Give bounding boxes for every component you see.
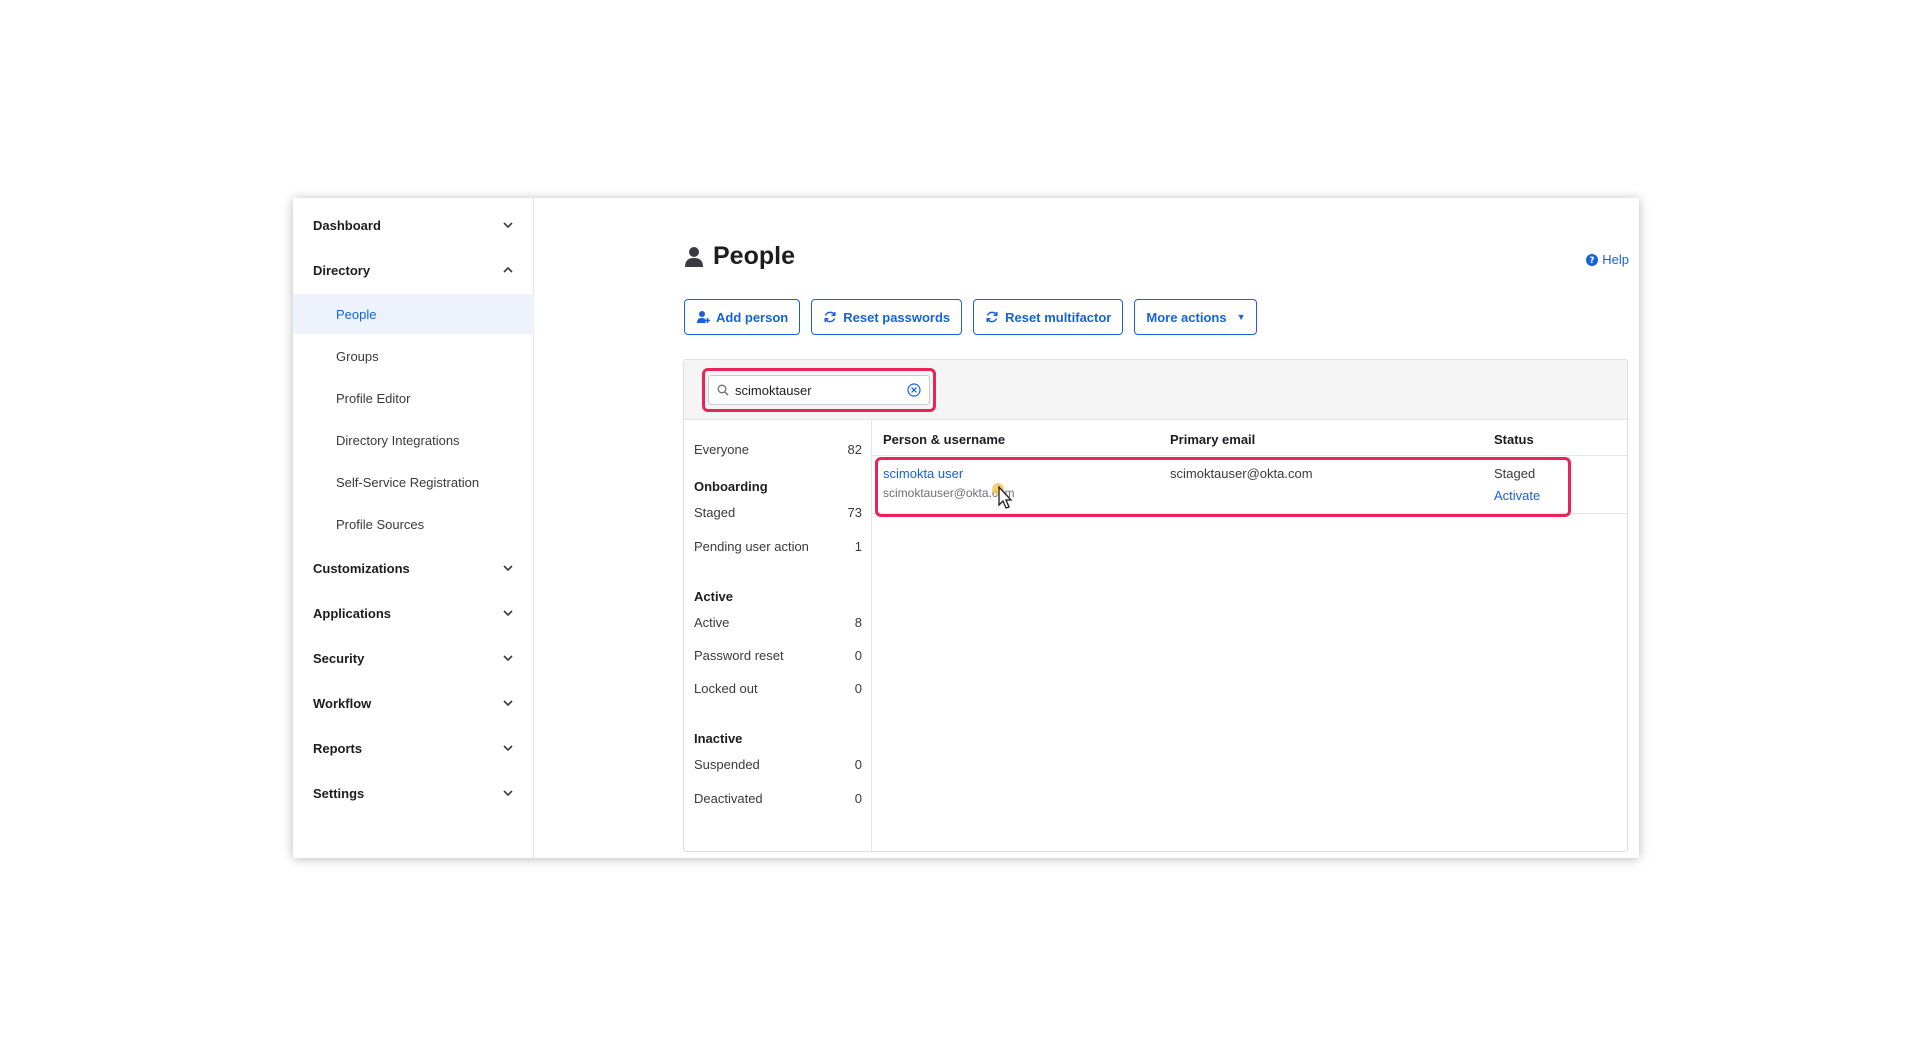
chevron-down-icon [503, 565, 513, 572]
mouse-pointer-icon [992, 483, 1013, 509]
svg-text:?: ? [1590, 256, 1595, 266]
chevron-down-icon [503, 655, 513, 662]
sidebar-section-dashboard[interactable]: Dashboard [293, 205, 534, 245]
sidebar-section-label: Directory [313, 262, 371, 278]
sidebar-section-workflow[interactable]: Workflow [293, 683, 534, 723]
refresh-icon [824, 311, 836, 323]
reset-multifactor-button[interactable]: Reset multifactor [973, 299, 1124, 335]
activate-link[interactable]: Activate [1494, 488, 1540, 503]
search-bar [684, 360, 1627, 420]
filter-label: Staged [694, 504, 736, 520]
chevron-down-icon [503, 222, 513, 229]
chevron-up-icon [503, 266, 513, 273]
more-actions-dropdown[interactable]: More actions ▼ [1134, 299, 1258, 335]
filter-pending-user-action[interactable]: Pending user action 1 [694, 531, 862, 561]
person-icon [685, 246, 703, 267]
filter-count: 1 [854, 538, 862, 554]
primary-email: scimoktauser@okta.com [1170, 466, 1313, 481]
column-header-person[interactable]: Person & username [883, 432, 1005, 447]
chevron-down-icon [503, 700, 513, 707]
help-link[interactable]: ? Help [1586, 252, 1629, 267]
sidebar-section-label: Dashboard [313, 217, 381, 233]
more-actions-label: More actions [1146, 309, 1227, 325]
filter-deactivated[interactable]: Deactivated 0 [694, 783, 862, 813]
refresh-icon [986, 311, 998, 323]
filter-count: 0 [854, 647, 862, 663]
sidebar-section-label: Settings [313, 785, 365, 801]
page-title: People [713, 242, 795, 270]
sidebar-section-label: Security [313, 650, 365, 666]
chevron-down-icon [503, 745, 513, 752]
filter-heading-inactive: Inactive [694, 731, 743, 746]
sidebar-section-applications[interactable]: Applications [293, 593, 534, 633]
filter-active[interactable]: Active 8 [694, 607, 862, 637]
reset-passwords-button[interactable]: Reset passwords [811, 299, 963, 335]
sidebar-item-self-service-registration[interactable]: Self-Service Registration [293, 462, 534, 502]
chevron-down-icon [503, 790, 513, 797]
search-input[interactable] [735, 382, 895, 398]
okta-admin-window: Dashboard Directory People Groups Profil… [293, 198, 1639, 858]
filter-label: Locked out [694, 680, 758, 696]
add-person-label: Add person [716, 309, 789, 325]
caret-down-icon: ▼ [1236, 312, 1246, 322]
reset-multifactor-label: Reset multifactor [1005, 309, 1112, 325]
filter-staged[interactable]: Staged 73 [694, 497, 862, 527]
filter-count: 8 [854, 614, 862, 630]
filter-count: 82 [847, 441, 862, 457]
page-header: People [684, 242, 795, 271]
main-content: People ? Help Add person Reset passwords… [535, 198, 1639, 858]
filter-label: Active [694, 614, 730, 630]
filter-count: 0 [854, 680, 862, 696]
column-header-status[interactable]: Status [1494, 432, 1534, 447]
add-person-button[interactable]: Add person [684, 299, 801, 335]
toolbar: Add person Reset passwords Reset multifa… [684, 299, 1258, 335]
filter-label: Pending user action [694, 538, 809, 554]
clear-search-icon[interactable] [907, 383, 921, 397]
sidebar-section-label: Customizations [313, 560, 410, 576]
search-field[interactable] [708, 375, 930, 405]
sidebar-section-customizations[interactable]: Customizations [293, 548, 534, 588]
filter-label: Suspended [694, 756, 760, 772]
question-circle-icon: ? [1586, 253, 1599, 266]
sidebar-section-reports[interactable]: Reports [293, 728, 534, 768]
filter-suspended[interactable]: Suspended 0 [694, 749, 862, 779]
filter-label: Everyone [694, 441, 749, 457]
filter-label: Password reset [694, 647, 784, 663]
sidebar-nav: Dashboard Directory People Groups Profil… [293, 198, 534, 858]
add-person-icon [697, 311, 710, 323]
filter-everyone[interactable]: Everyone 82 [694, 434, 862, 464]
help-label: Help [1602, 252, 1629, 267]
sidebar-item-people[interactable]: People [293, 294, 534, 334]
sidebar-section-label: Applications [313, 605, 392, 621]
filter-label: Deactivated [694, 790, 763, 806]
sidebar-section-directory[interactable]: Directory [293, 250, 534, 290]
sidebar-section-security[interactable]: Security [293, 638, 534, 678]
sidebar-item-directory-integrations[interactable]: Directory Integrations [293, 420, 534, 460]
status-text: Staged [1494, 466, 1536, 481]
header-divider [872, 455, 1627, 456]
sidebar-section-label: Workflow [313, 695, 372, 711]
status-filters: Everyone 82 Onboarding Staged 73 Pending… [684, 421, 872, 851]
filter-count: 73 [847, 504, 862, 520]
filter-heading-onboarding: Onboarding [694, 479, 768, 494]
filter-count: 0 [854, 756, 862, 772]
filter-heading-active: Active [694, 589, 734, 604]
filter-password-reset[interactable]: Password reset 0 [694, 640, 862, 670]
row-divider [872, 513, 1627, 514]
chevron-down-icon [503, 610, 513, 617]
sidebar-item-profile-sources[interactable]: Profile Sources [293, 504, 534, 544]
sidebar-section-label: Reports [313, 740, 363, 756]
sidebar-section-settings[interactable]: Settings [293, 773, 534, 813]
column-header-email[interactable]: Primary email [1170, 432, 1255, 447]
sidebar-item-groups[interactable]: Groups [293, 336, 534, 376]
people-panel: Everyone 82 Onboarding Staged 73 Pending… [683, 359, 1628, 852]
search-icon [717, 384, 729, 396]
reset-passwords-label: Reset passwords [843, 309, 951, 325]
person-name-link[interactable]: scimokta user [883, 466, 963, 481]
sidebar-item-profile-editor[interactable]: Profile Editor [293, 378, 534, 418]
filter-count: 0 [854, 790, 862, 806]
filter-locked-out[interactable]: Locked out 0 [694, 673, 862, 703]
